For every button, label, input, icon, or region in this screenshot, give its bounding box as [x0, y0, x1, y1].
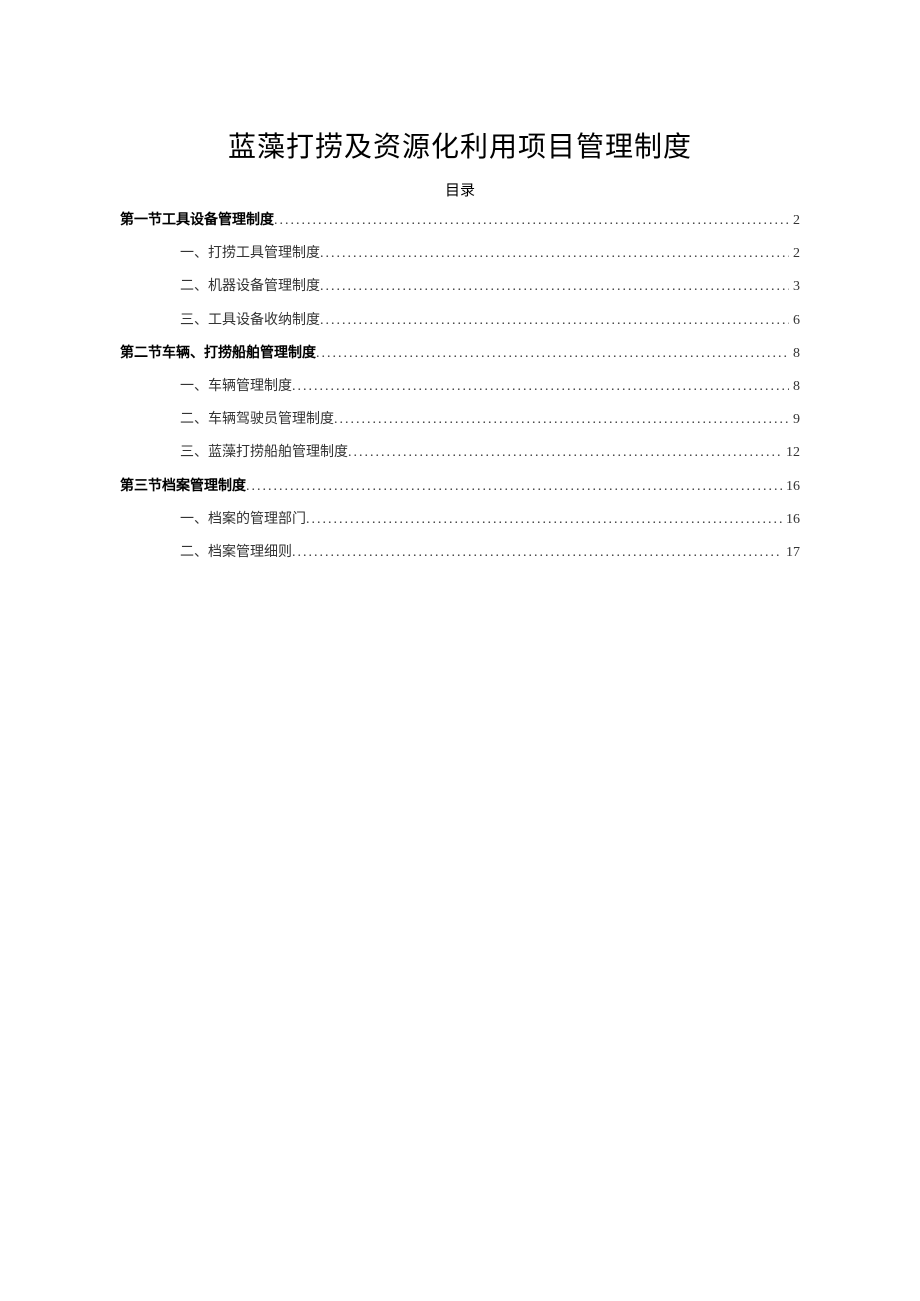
toc-leader-dots: [348, 440, 782, 465]
toc-page-number: 12: [782, 440, 800, 465]
toc-sub-row[interactable]: 一、打捞工具管理制度 2: [120, 241, 800, 266]
toc-sub-row[interactable]: 三、蓝藻打捞船舶管理制度 12: [120, 440, 800, 465]
toc-entry-text: 一、档案的管理部门: [180, 507, 306, 532]
document-page: 蓝藻打捞及资源化利用项目管理制度 目录 第一节工具设备管理制度2一、打捞工具管理…: [0, 0, 920, 565]
toc-leader-dots: [320, 241, 789, 266]
toc-leader-dots: [316, 341, 789, 366]
toc-page-number: 2: [789, 241, 800, 266]
toc-entry-text: 三、工具设备收纳制度: [180, 308, 320, 333]
toc-page-number: 9: [789, 407, 800, 432]
toc-entry-text: 三、蓝藻打捞船舶管理制度: [180, 440, 348, 465]
toc-leader-dots: [306, 507, 782, 532]
toc-leader-dots: [246, 474, 782, 499]
toc-entry-text: 第三节档案管理制度: [120, 474, 246, 499]
toc-entry-text: 一、车辆管理制度: [180, 374, 292, 399]
toc-leader-dots: [292, 374, 789, 399]
toc-sub-row[interactable]: 二、机器设备管理制度 3: [120, 274, 800, 299]
toc-sub-row[interactable]: 一、档案的管理部门 16: [120, 507, 800, 532]
toc-entry-text: 第一节工具设备管理制度: [120, 208, 274, 233]
toc-page-number: 8: [789, 341, 800, 366]
toc-sub-row[interactable]: 二、车辆驾驶员管理制度 9: [120, 407, 800, 432]
toc-page-number: 8: [789, 374, 800, 399]
toc-page-number: 16: [782, 474, 800, 499]
toc-section-row[interactable]: 第三节档案管理制度 16: [120, 474, 800, 499]
document-title: 蓝藻打捞及资源化利用项目管理制度: [120, 125, 800, 165]
toc-page-number: 3: [789, 274, 800, 299]
toc-page-number: 6: [789, 308, 800, 333]
toc-leader-dots: [274, 208, 789, 233]
toc-entry-text: 二、档案管理细则: [180, 540, 292, 565]
toc-sub-row[interactable]: 二、档案管理细则 17: [120, 540, 800, 565]
toc-leader-dots: [320, 308, 789, 333]
toc-label: 目录: [120, 179, 800, 200]
toc-sub-row[interactable]: 一、车辆管理制度 8: [120, 374, 800, 399]
toc-page-number: 2: [789, 208, 800, 233]
toc-page-number: 17: [782, 540, 800, 565]
toc-leader-dots: [334, 407, 789, 432]
toc-sub-row[interactable]: 三、工具设备收纳制度 6: [120, 308, 800, 333]
toc-entry-text: 第二节车辆、打捞船舶管理制度: [120, 341, 316, 366]
toc-leader-dots: [320, 274, 789, 299]
toc-section-row[interactable]: 第二节车辆、打捞船舶管理制度 8: [120, 341, 800, 366]
toc-entry-text: 一、打捞工具管理制度: [180, 241, 320, 266]
toc-leader-dots: [292, 540, 782, 565]
toc-section-row[interactable]: 第一节工具设备管理制度 2: [120, 208, 800, 233]
toc-page-number: 16: [782, 507, 800, 532]
table-of-contents: 第一节工具设备管理制度 2 一、打捞工具管理制度 2 二、机器设备管理制度 3 三、工具设备…: [120, 208, 800, 565]
toc-entry-text: 二、车辆驾驶员管理制度: [180, 407, 334, 432]
toc-entry-text: 二、机器设备管理制度: [180, 274, 320, 299]
